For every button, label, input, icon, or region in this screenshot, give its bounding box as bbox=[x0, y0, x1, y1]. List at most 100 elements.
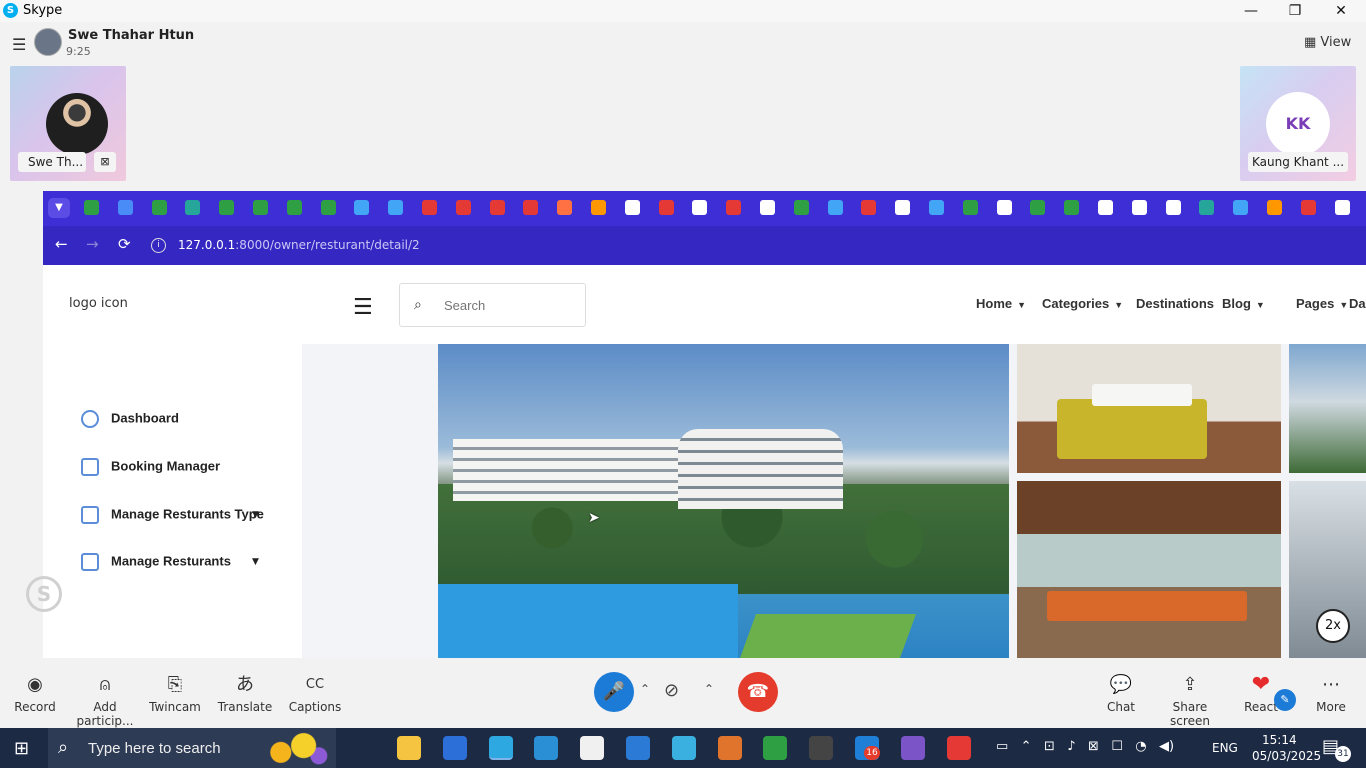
sidebar-item-manage-restaurant-types[interactable]: Manage Resturants Type bbox=[81, 506, 264, 524]
bookmark-icon[interactable] bbox=[151, 200, 167, 215]
taskbar-app-icon[interactable] bbox=[809, 736, 834, 760]
bookmark-icon[interactable] bbox=[827, 200, 843, 215]
windows-start-icon[interactable]: ⊞ bbox=[14, 738, 29, 759]
nav-dashboard[interactable]: Das bbox=[1349, 296, 1366, 311]
sidebar-item-booking-manager[interactable]: Booking Manager bbox=[81, 458, 220, 476]
caret-down-icon[interactable]: ▼ bbox=[252, 557, 259, 567]
chevron-down-icon[interactable]: ▼ bbox=[48, 198, 70, 218]
info-icon[interactable]: i bbox=[151, 238, 166, 253]
taskbar-app-icon[interactable] bbox=[671, 736, 696, 760]
taskbar-app-icon[interactable] bbox=[580, 736, 605, 760]
close-box-icon[interactable]: ⊠ bbox=[94, 152, 116, 172]
captions-button[interactable]: CC Captions bbox=[288, 658, 342, 728]
bookmark-icon[interactable] bbox=[354, 200, 370, 215]
caller-avatar[interactable] bbox=[34, 28, 62, 56]
clock-date[interactable]: 05/03/2025 bbox=[1252, 749, 1321, 763]
bookmark-icon[interactable] bbox=[962, 200, 978, 215]
nav-destinations[interactable]: Destinations bbox=[1136, 296, 1214, 311]
hang-up-button[interactable]: ☎ bbox=[738, 672, 778, 712]
gallery-image-partial[interactable] bbox=[1289, 344, 1366, 473]
bookmark-icon[interactable] bbox=[253, 200, 268, 215]
gallery-image-lounge[interactable] bbox=[1017, 481, 1281, 658]
sidebar-item-dashboard[interactable]: Dashboard bbox=[81, 410, 179, 428]
caret-down-icon[interactable]: ▼ bbox=[252, 510, 259, 520]
system-tray[interactable]: ▭ ⌃ ⊡ ♪ ⊠ ☐ ◔ ◀) bbox=[996, 739, 1174, 754]
bookmark-icon[interactable] bbox=[286, 200, 302, 215]
nav-pages[interactable]: Pages ▼ bbox=[1296, 296, 1348, 311]
add-participant-button[interactable]: ⍝ Add particip... bbox=[68, 658, 142, 728]
bookmark-icon[interactable] bbox=[455, 200, 471, 215]
participant-tile-kk[interactable]: KK Kaung Khant ... bbox=[1240, 66, 1356, 181]
url-field[interactable]: 127.0.0.1:8000/owner/resturant/detail/2 bbox=[178, 238, 420, 252]
taskbar-app-icon[interactable] bbox=[626, 736, 650, 760]
restore-button[interactable]: ❐ bbox=[1272, 0, 1318, 22]
forward-icon[interactable]: → bbox=[86, 235, 99, 253]
hamburger-menu-icon[interactable]: ☰ bbox=[353, 295, 373, 320]
bookmark-icon[interactable] bbox=[624, 200, 640, 215]
bookmark-icon[interactable] bbox=[388, 200, 404, 215]
taskbar-app-icon[interactable] bbox=[717, 736, 742, 760]
bookmark-icon[interactable] bbox=[658, 200, 674, 215]
reload-icon[interactable]: ⟳ bbox=[118, 235, 131, 253]
taskbar-app-icon[interactable] bbox=[488, 736, 513, 760]
bookmark-icon[interactable] bbox=[422, 200, 437, 215]
view-button[interactable]: ▦ View bbox=[1304, 35, 1351, 50]
search-input[interactable] bbox=[444, 298, 574, 313]
gallery-image-bedroom[interactable] bbox=[1017, 344, 1281, 473]
camera-options-caret-icon[interactable]: ⌃ bbox=[704, 682, 714, 696]
back-icon[interactable]: ← bbox=[55, 235, 68, 253]
bookmark-icon[interactable] bbox=[185, 200, 201, 215]
search-box[interactable]: ⌕ bbox=[399, 283, 586, 327]
gallery-image-hotel-exterior[interactable] bbox=[438, 344, 1009, 658]
logo-image[interactable]: logo icon bbox=[69, 296, 128, 311]
sidebar-item-manage-restaurants[interactable]: Manage Resturants bbox=[81, 553, 231, 571]
bookmark-icon[interactable] bbox=[1199, 200, 1215, 215]
microphone-button[interactable]: 🎤 bbox=[594, 672, 634, 712]
minimize-button[interactable]: — bbox=[1228, 0, 1274, 22]
language-indicator[interactable]: ENG bbox=[1212, 741, 1238, 755]
camera-off-button[interactable]: ⊘ bbox=[664, 680, 679, 701]
chat-button[interactable]: 💬 Chat bbox=[1104, 658, 1138, 728]
taskbar-app-icon[interactable] bbox=[763, 736, 788, 760]
mic-options-caret-icon[interactable]: ⌃ bbox=[640, 682, 650, 696]
taskbar-app-icon[interactable] bbox=[534, 736, 559, 760]
bookmark-icon[interactable] bbox=[117, 200, 133, 215]
zoom-badge[interactable]: 2x bbox=[1316, 609, 1350, 643]
bookmark-icon[interactable] bbox=[996, 200, 1012, 215]
bookmark-icon[interactable] bbox=[760, 200, 775, 215]
bookmark-icon[interactable] bbox=[1300, 200, 1316, 215]
bookmark-icon[interactable] bbox=[1131, 200, 1147, 215]
bookmark-icon[interactable] bbox=[895, 200, 911, 215]
nav-categories[interactable]: Categories ▼ bbox=[1042, 296, 1123, 311]
bookmark-icon[interactable] bbox=[692, 200, 708, 215]
more-button[interactable]: ⋯ More bbox=[1312, 658, 1350, 728]
bookmark-icon[interactable] bbox=[793, 200, 809, 215]
participant-tile-self[interactable]: Swe Th... ⊠ bbox=[10, 66, 126, 181]
translate-button[interactable]: あ Translate bbox=[216, 658, 274, 728]
nav-blog[interactable]: Blog ▼ bbox=[1222, 296, 1265, 311]
bookmark-icon[interactable] bbox=[320, 200, 336, 215]
bookmark-icon[interactable] bbox=[929, 200, 944, 215]
taskbar-app-icon[interactable] bbox=[397, 736, 421, 760]
bookmark-icon[interactable] bbox=[1165, 200, 1181, 215]
edit-pencil-icon[interactable]: ✎ bbox=[1274, 689, 1296, 711]
bookmark-icon[interactable] bbox=[557, 200, 573, 215]
bookmark-icon[interactable] bbox=[523, 200, 539, 215]
bookmark-icon[interactable] bbox=[1267, 200, 1282, 215]
bookmark-icon[interactable] bbox=[1064, 200, 1080, 215]
nav-home[interactable]: Home ▼ bbox=[976, 296, 1026, 311]
record-button[interactable]: ◉ Record bbox=[10, 658, 60, 728]
taskbar-app-icon[interactable] bbox=[442, 736, 467, 760]
bookmark-icon[interactable] bbox=[1233, 200, 1249, 215]
twincam-button[interactable]: ⎘ Twincam bbox=[149, 658, 201, 728]
bookmark-icon[interactable] bbox=[84, 200, 99, 215]
clock-time[interactable]: 15:14 bbox=[1262, 733, 1297, 747]
bookmark-icon[interactable] bbox=[726, 200, 742, 215]
bookmark-icon[interactable] bbox=[1098, 200, 1113, 215]
bookmark-icon[interactable] bbox=[591, 200, 606, 215]
bookmark-icon[interactable] bbox=[1030, 200, 1046, 215]
taskbar-app-icon[interactable] bbox=[900, 736, 925, 760]
bookmark-icon[interactable] bbox=[1334, 200, 1350, 215]
share-screen-button[interactable]: ⇪ Share screen bbox=[1154, 658, 1226, 728]
bookmark-icon[interactable] bbox=[489, 200, 505, 215]
